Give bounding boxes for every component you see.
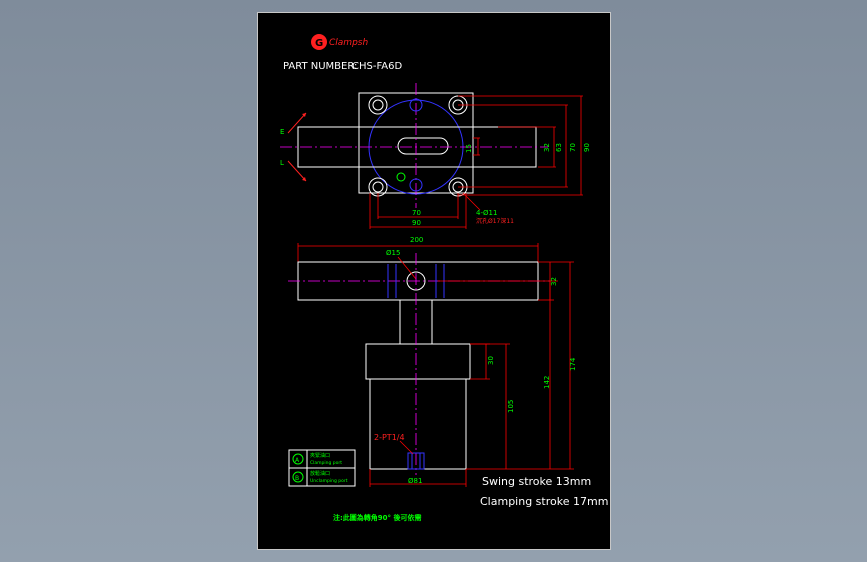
clamping-stroke-text: Clamping stroke 17mm (480, 495, 608, 508)
dim-32: 32 (543, 143, 551, 152)
dim-63: 63 (555, 143, 563, 152)
legend-row-b-cn: 放鬆油口 (310, 470, 330, 477)
bolt-top-left (368, 95, 388, 115)
side-view: 200 Ø15 2-PT1/4 Ø81 32 30 105 142 174 (288, 236, 577, 487)
cad-drawing: G Clampsh PART NUMBER: CHS-FA6D E L 15 3… (280, 34, 608, 522)
swing-label-l: L (280, 159, 284, 167)
side-right-dims (438, 261, 574, 470)
dim-174: 174 (569, 357, 577, 371)
port-marker-b (396, 172, 406, 182)
legend-symbol-b: B (295, 475, 299, 482)
top-view: E L 15 32 63 70 90 70 90 4-Ø11 沉孔Ø17深11 (280, 83, 591, 229)
right-dims (458, 95, 583, 196)
legend-symbol-a: A (295, 457, 300, 464)
swing-label-e: E (280, 128, 284, 136)
logo-text: Clampsh (329, 38, 368, 48)
dim-90: 90 (583, 143, 591, 152)
legend-row-a-cn: 夾緊油口 (310, 452, 330, 459)
drawing-sheet: G Clampsh PART NUMBER: CHS-FA6D E L 15 3… (257, 12, 611, 550)
length-dim (297, 243, 539, 263)
dim-pin-dia: Ø15 (386, 249, 400, 257)
dim-200: 200 (410, 236, 423, 244)
arm-slot (397, 137, 449, 155)
port-leader (399, 440, 414, 455)
dim-142: 142 (543, 376, 551, 389)
dim-30: 30 (487, 356, 495, 365)
logo-mark-letter: G (315, 38, 323, 49)
hole-note-leader (462, 192, 481, 211)
legend-row-b-en: Unclamping port (310, 478, 348, 484)
logo: G Clampsh (311, 34, 368, 50)
hole-note-2: 沉孔Ø17深11 (476, 217, 514, 225)
cylinder-body (369, 378, 467, 470)
drawing-note: 注:此圖為轉角90° 後可依需 (333, 513, 421, 522)
dim-15: 15 (465, 144, 473, 153)
dim-arm-32: 32 (550, 277, 558, 286)
dim-70-width: 70 (412, 209, 421, 217)
dim-90-width: 90 (412, 219, 421, 227)
dim-body-dia: Ø81 (408, 477, 422, 485)
swing-stroke-text: Swing stroke 13mm (482, 475, 591, 488)
legend-row-a-en: Clamping port (310, 460, 342, 466)
pin-leader (397, 256, 417, 280)
part-number-value: CHS-FA6D (352, 61, 402, 72)
dim-105: 105 (507, 400, 515, 413)
port-label: 2-PT1/4 (374, 433, 405, 442)
hole-note-1: 4-Ø11 (476, 209, 497, 217)
dim-70: 70 (569, 143, 577, 152)
side-flange (365, 343, 471, 380)
part-number-label: PART NUMBER: (283, 61, 357, 72)
legend-box: A 夾緊油口 Clamping port B 放鬆油口 Unclamping p… (288, 449, 356, 487)
